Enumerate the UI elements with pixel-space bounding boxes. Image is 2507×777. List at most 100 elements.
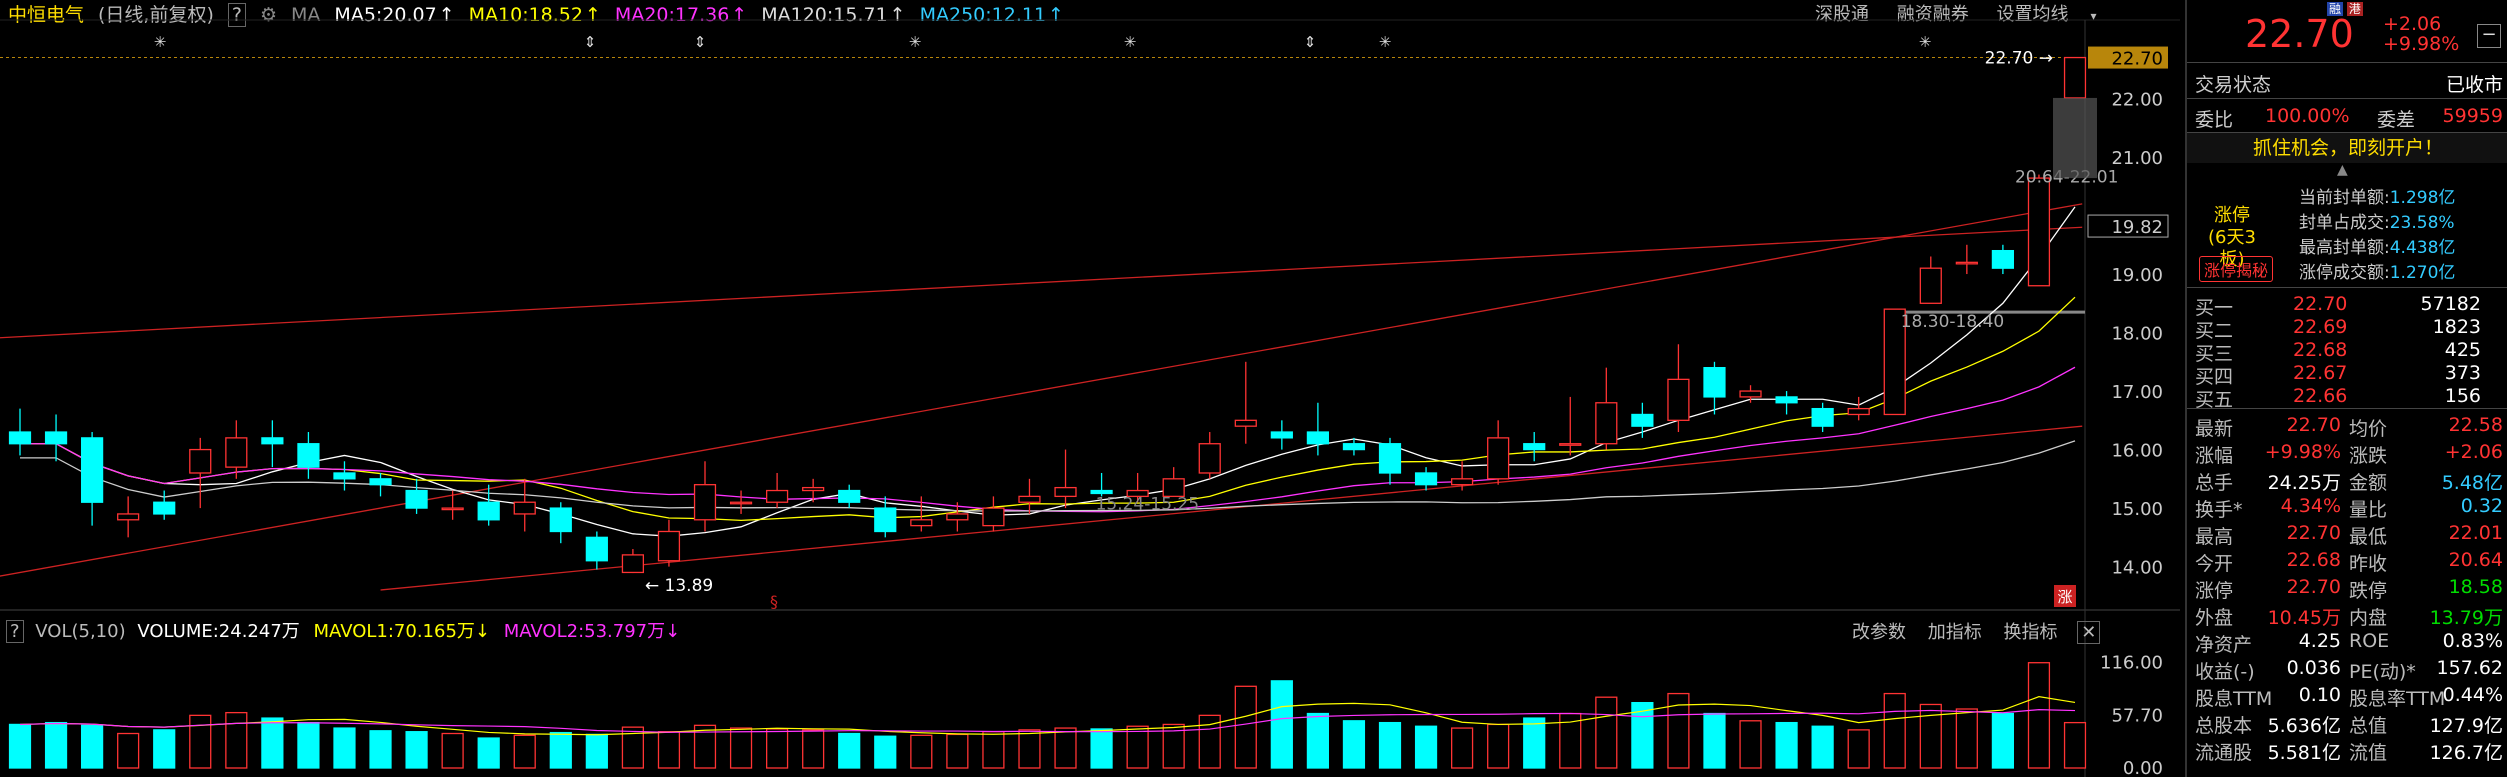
stat-value: 5.48亿 [2441, 472, 2503, 494]
volume-bar [1775, 721, 1798, 769]
volume-bars [8, 662, 2087, 769]
kline-chart[interactable]: 22.70 22.00 21.00 19.82 19.00 18.00 17.00 16.00… [0, 0, 2180, 777]
candle-body [1955, 261, 1978, 265]
quote-panel: 融 港 22.70 +2.06 +9.98% − 交易状态 已收市 委比 100… [2185, 0, 2507, 777]
price-axis-label: 21.00 [2111, 148, 2163, 169]
volume-bar [1451, 727, 1474, 769]
ma10-line [20, 296, 2076, 522]
stat-label: 涨跌 [2349, 445, 2388, 467]
volume-bar [1306, 712, 1329, 769]
stat-row: 流通股 5.581亿 流值 126.7亿 [2187, 736, 2507, 764]
volume-bar [2063, 721, 2087, 769]
stat-value: 22.70 [2286, 576, 2341, 598]
volume-bar [8, 723, 32, 769]
price-axis-label: 22.70 [2111, 49, 2163, 70]
volume-bar [153, 729, 176, 769]
stat-value: 22.68 [2286, 549, 2341, 571]
volume-bar [1739, 720, 1762, 769]
price-axis-label: 16.00 [2111, 441, 2163, 462]
stat-label: 股息率TTM [2349, 688, 2446, 710]
price-axis-label: 22.00 [2111, 90, 2163, 111]
stat-label: 最低 [2349, 526, 2388, 548]
add-indicator-button[interactable]: 加指标 [1928, 622, 1982, 643]
stat-value: 22.70 [2286, 522, 2341, 544]
candle-body [2063, 56, 2087, 99]
volume-bar [1955, 708, 1978, 769]
volume-bar [513, 734, 536, 769]
ma5-line [20, 206, 2076, 537]
volume-bar [1054, 727, 1077, 769]
candle-body [225, 437, 248, 468]
stat-value: 0.036 [2286, 657, 2341, 679]
stat-label: 最高 [2195, 526, 2234, 548]
event-marker-icon: ✳ [1379, 33, 1392, 51]
trend-line [0, 226, 2083, 339]
vol-help-button[interactable]: ? [6, 620, 24, 643]
volume-bar [44, 721, 68, 769]
volume-bar [729, 727, 753, 769]
minus-icon: − [2481, 24, 2497, 45]
candle-body [838, 489, 861, 503]
mavol1-value: MAVOL1:70.165万↓ [313, 621, 490, 642]
volume-bar [477, 737, 500, 769]
bid-row[interactable]: 买五 22.66 156 [2187, 383, 2507, 411]
stat-value: 20.64 [2448, 549, 2503, 571]
candle-body [8, 431, 32, 445]
close-icon[interactable]: ✕ [2077, 621, 2101, 644]
stat-row: 换手* 4.34% 量比 0.32 [2187, 493, 2507, 521]
candle-body [1234, 419, 1257, 427]
event-marker-icon: ✳ [1919, 33, 1932, 51]
volume-bar [1378, 721, 1402, 769]
price-axis-label: 18.00 [2111, 324, 2163, 345]
volume-bar [766, 728, 789, 769]
chart-grid [0, 19, 2180, 777]
stat-value: 127.9亿 [2429, 715, 2503, 737]
stat-value: 157.62 [2436, 657, 2503, 679]
candle-body [1487, 437, 1510, 480]
event-marker-icon: ⇕ [694, 33, 707, 51]
limit-stat: 封单占成交:23.58% [2299, 213, 2455, 233]
candle-body [1054, 486, 1077, 498]
stat-value: 4.25 [2298, 630, 2341, 652]
volume-bar [982, 731, 1005, 769]
stat-row: 总手 24.25万 金额 5.48亿 [2187, 466, 2507, 494]
stat-label: 昨收 [2349, 553, 2388, 575]
weibi-row: 委比 100.00% 委差 59959 [2195, 105, 2503, 131]
volume-bar [1847, 729, 1870, 769]
stat-label: 总值 [2349, 715, 2388, 737]
edit-params-button[interactable]: 改参数 [1852, 622, 1906, 643]
volume-bar [2027, 662, 2051, 769]
open-account-banner[interactable]: 抓住机会，即刻开户！ [2187, 133, 2507, 163]
price-axis-label: 14.00 [2111, 558, 2163, 579]
volume-bar [1523, 717, 1546, 769]
candle-body [441, 507, 464, 511]
candle-body [585, 536, 608, 562]
candle-body [1270, 431, 1293, 439]
bid-volume: 373 [2444, 362, 2481, 384]
trade-status-row: 交易状态 已收市 [2195, 74, 2503, 96]
limit-reveal-button[interactable]: 涨停揭秘 [2199, 256, 2274, 282]
volume-bar [117, 732, 140, 769]
price-axis: 22.70 22.00 21.00 19.82 19.00 18.00 17.00 16.00… [2087, 46, 2169, 777]
stat-label: 均价 [2349, 418, 2388, 440]
divider [2187, 62, 2507, 63]
switch-indicator-button[interactable]: 换指标 [2003, 622, 2057, 643]
stat-row: 股息TTM 0.10 股息率TTM 0.44% [2187, 682, 2507, 710]
stat-value: +9.98% [2264, 441, 2341, 463]
collapse-button[interactable]: − [2477, 24, 2501, 48]
price-axis-label: 19.00 [2111, 265, 2163, 286]
candle-body [1378, 443, 1402, 474]
stat-value: 4.34% [2280, 495, 2341, 517]
stat-value: 0.83% [2442, 630, 2503, 652]
chevron-up-icon[interactable]: ▲ [2337, 162, 2348, 178]
stat-value: 18.58 [2448, 576, 2503, 598]
vol-label[interactable]: VOL(5,10) [35, 621, 125, 642]
volume-axis-label: 116.00 [2100, 653, 2163, 674]
volume-axis-label: 0.00 [2123, 758, 2163, 777]
volume-axis-label: 57.70 [2111, 706, 2163, 727]
candle-body [1811, 407, 1834, 427]
range-label: 15.24-15.25 [1096, 494, 1199, 514]
stat-label: 总股本 [2195, 715, 2253, 737]
bid-price: 22.68 [2293, 339, 2348, 361]
bid-volume: 156 [2444, 385, 2481, 407]
